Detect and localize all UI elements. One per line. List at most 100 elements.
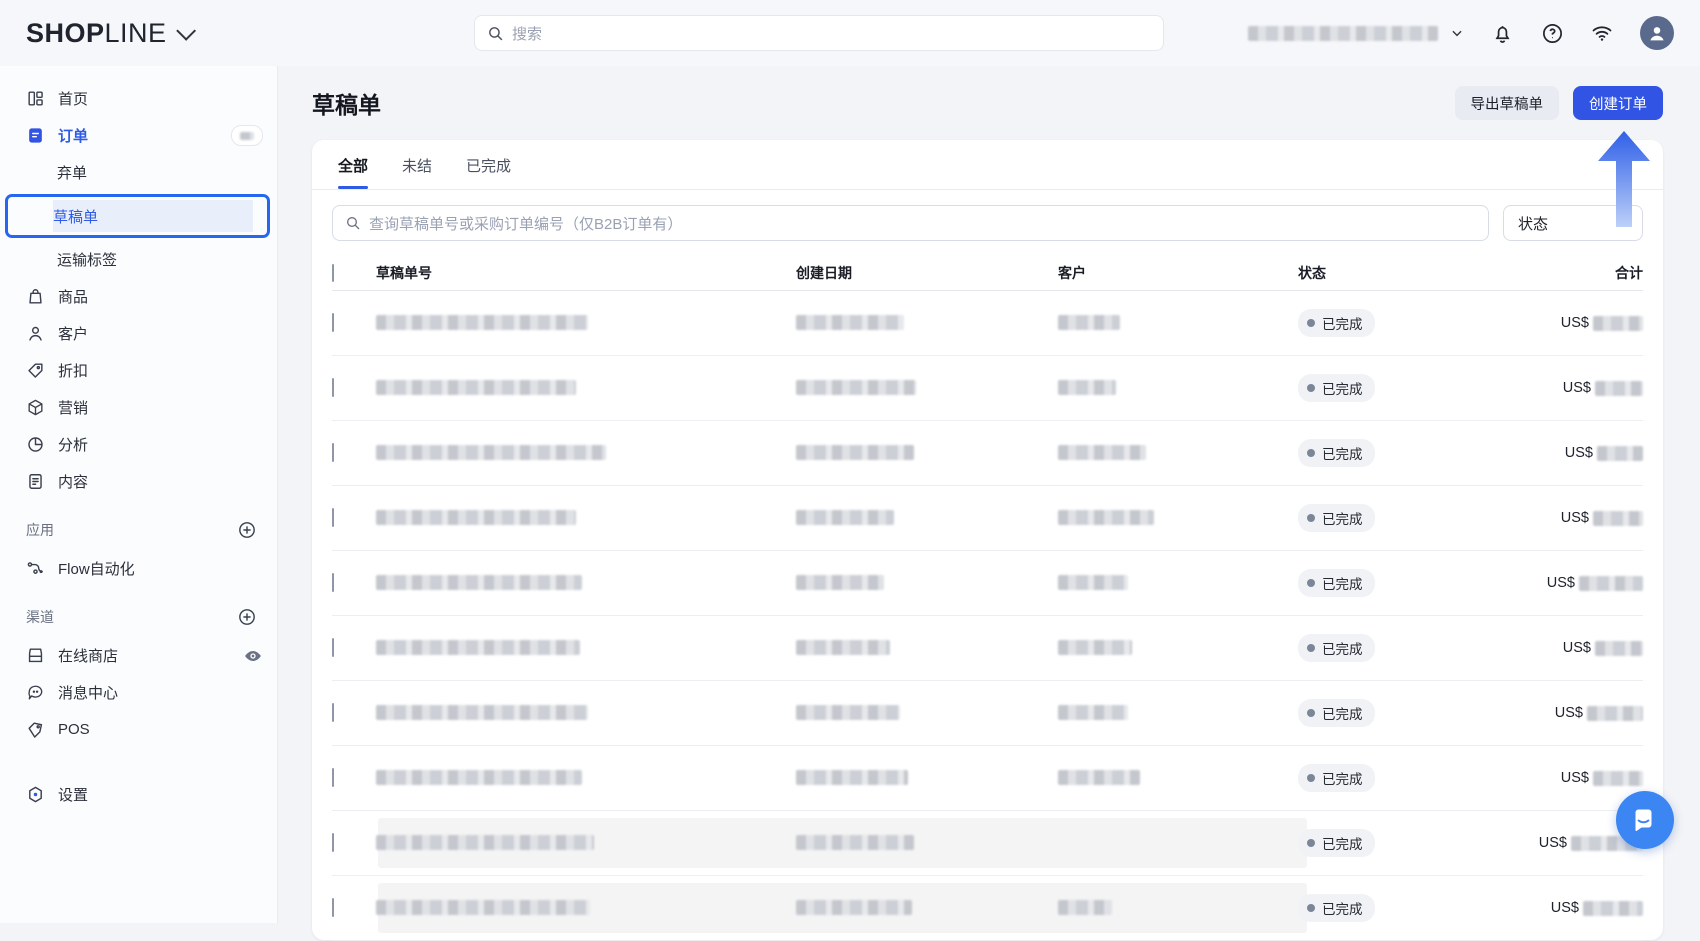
sidebar-item-online-store[interactable]: 在线商店	[0, 637, 277, 674]
main-content: 草稿单 导出草稿单 创建订单 全部未结已完成 查询草稿单号或采购订单编号（仅B2…	[278, 66, 1700, 923]
eye-icon[interactable]	[243, 646, 263, 666]
account-avatar[interactable]	[1640, 16, 1674, 50]
draft-number-redacted	[376, 899, 796, 917]
sidebar-item-abandoned-orders[interactable]: 弃单	[0, 154, 277, 191]
table-row[interactable]: 已完成US$	[332, 486, 1643, 551]
chevron-down-icon	[1450, 26, 1464, 40]
col-customer: 客户	[1058, 263, 1298, 283]
table-row[interactable]: 已完成 US$	[332, 356, 1643, 421]
chat-launcher-button[interactable]	[1616, 791, 1674, 849]
created-date-redacted	[796, 509, 1058, 527]
status-badge: 已完成	[1298, 829, 1375, 857]
sidebar-item-pos[interactable]: POS	[0, 711, 277, 748]
sidebar-item-products[interactable]: 商品	[0, 278, 277, 315]
tab-completed[interactable]: 已完成	[466, 155, 511, 189]
tab-all[interactable]: 全部	[338, 155, 368, 189]
created-date-redacted	[796, 314, 1058, 332]
settings-icon	[26, 785, 45, 804]
row-checkbox[interactable]	[332, 378, 334, 397]
sidebar-item-label: 弃单	[57, 162, 87, 183]
sidebar-item-message-center[interactable]: 消息中心	[0, 674, 277, 711]
discounts-icon	[26, 361, 45, 380]
store-switcher[interactable]	[1248, 26, 1464, 41]
customer-redacted	[1058, 769, 1298, 787]
row-checkbox[interactable]	[332, 573, 334, 592]
sidebar-item-customers[interactable]: 客户	[0, 315, 277, 352]
help-button[interactable]	[1540, 21, 1564, 45]
table-row[interactable]: 已完成US$	[332, 681, 1643, 746]
select-all-checkbox[interactable]	[332, 264, 334, 282]
chevron-down-icon	[176, 21, 196, 41]
created-date-redacted	[796, 834, 1058, 852]
draft-search-input[interactable]: 查询草稿单号或采购订单编号（仅B2B订单有）	[332, 205, 1489, 241]
draft-number-redacted	[376, 444, 796, 462]
sidebar-item-content[interactable]: 内容	[0, 463, 277, 500]
draft-number-redacted	[376, 769, 796, 787]
table-row[interactable]: 已完成US$	[332, 746, 1643, 811]
pos-icon	[26, 720, 45, 739]
created-date-redacted	[796, 899, 1058, 917]
sidebar-item-marketing[interactable]: 营销	[0, 389, 277, 426]
status-badge: 已完成	[1298, 309, 1375, 337]
sidebar-item-settings[interactable]: 设置	[0, 776, 277, 813]
sidebar-item-flow-automation[interactable]: Flow自动化	[0, 550, 277, 587]
network-status[interactable]	[1590, 21, 1614, 45]
status-dot-icon	[1307, 579, 1315, 587]
row-checkbox[interactable]	[332, 833, 334, 852]
tab-open[interactable]: 未结	[402, 155, 432, 189]
created-date-redacted	[796, 574, 1058, 592]
sidebar-item-home[interactable]: 首页	[0, 80, 277, 117]
table-row[interactable]: 已完成US$	[332, 876, 1643, 941]
global-search-input[interactable]: 搜索	[474, 15, 1164, 51]
notifications-button[interactable]	[1490, 21, 1514, 45]
status-badge: 已完成	[1298, 764, 1375, 792]
row-checkbox[interactable]	[332, 768, 334, 787]
row-checkbox[interactable]	[332, 313, 334, 332]
table-row[interactable]: 已完成US$	[332, 291, 1643, 356]
status-dot-icon	[1307, 839, 1315, 847]
row-checkbox[interactable]	[332, 443, 334, 462]
total-cell: US$	[1538, 510, 1643, 526]
sidebar-item-label: 首页	[58, 88, 88, 109]
table-body: 已完成US$ 已完成US$ 已完成US$ 已完成US$ 已完成US$ 已完成US…	[332, 291, 1643, 941]
row-checkbox[interactable]	[332, 703, 334, 722]
col-created-date: 创建日期	[796, 263, 1058, 283]
created-date-redacted	[796, 704, 1058, 722]
create-order-button[interactable]: 创建订单	[1573, 86, 1663, 120]
help-icon	[1541, 22, 1564, 45]
shopline-logo[interactable]: SHOPLINE	[26, 18, 191, 49]
table-row[interactable]: 已完成US$	[332, 811, 1643, 876]
created-date-redacted	[796, 769, 1058, 787]
topbar: SHOPLINE 搜索	[0, 0, 1700, 66]
status-filter-select[interactable]: 状态	[1503, 205, 1643, 241]
table-row[interactable]: 已完成US$	[332, 551, 1643, 616]
sidebar-item-orders[interactable]: 订单	[0, 117, 277, 154]
draft-orders-table: 草稿单号 创建日期 客户 状态 合计 已完成US$ 已完成US$ 已完成US$ …	[332, 256, 1643, 941]
status-badge: 已完成	[1298, 374, 1375, 402]
export-drafts-button[interactable]: 导出草稿单	[1455, 86, 1560, 120]
sidebar-item-discounts[interactable]: 折扣	[0, 352, 277, 389]
row-checkbox[interactable]	[332, 508, 334, 527]
sidebar-item-shipping-labels[interactable]: 运输标签	[0, 241, 277, 278]
total-cell: US$	[1538, 380, 1643, 396]
plus-icon[interactable]	[237, 520, 257, 540]
sidebar-item-label: 草稿单	[53, 206, 98, 227]
sidebar-item-analytics[interactable]: 分析	[0, 426, 277, 463]
table-row[interactable]: 已完成US$	[332, 421, 1643, 486]
draft-number-redacted	[376, 639, 796, 657]
analytics-icon	[26, 435, 45, 454]
status-dot-icon	[1307, 774, 1315, 782]
draft-number-redacted	[376, 379, 796, 397]
draft-orders-card: 全部未结已完成 查询草稿单号或采购订单编号（仅B2B订单有） 状态 草稿单号 创…	[312, 140, 1663, 940]
orders-icon	[26, 126, 45, 145]
table-row[interactable]: 已完成US$	[332, 616, 1643, 681]
customer-redacted	[1058, 574, 1298, 592]
plus-icon[interactable]	[237, 607, 257, 627]
marketing-icon	[26, 398, 45, 417]
status-badge: 已完成	[1298, 439, 1375, 467]
customer-redacted	[1058, 314, 1298, 332]
sidebar-section-channels: 渠道	[0, 597, 277, 637]
row-checkbox[interactable]	[332, 638, 334, 657]
sidebar-item-draft-orders[interactable]: 草稿单	[5, 194, 270, 238]
row-checkbox[interactable]	[332, 898, 334, 917]
